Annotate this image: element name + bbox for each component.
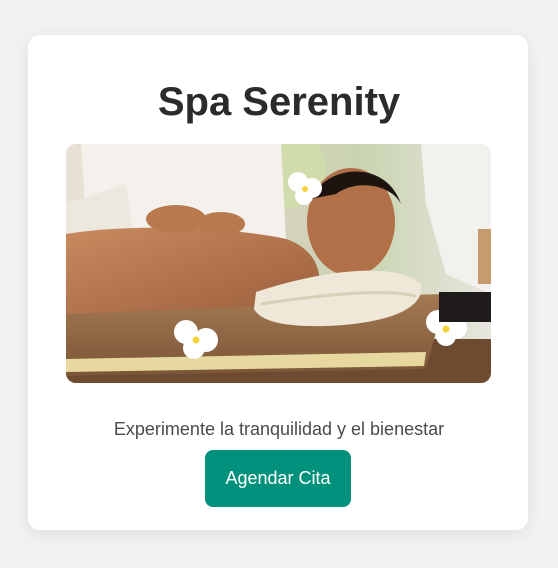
page-title: Spa Serenity bbox=[157, 80, 401, 124]
book-appointment-button[interactable]: Agendar Cita bbox=[205, 450, 351, 507]
spa-massage-image bbox=[66, 144, 491, 383]
tagline: Experimente la tranquilidad y el bienest… bbox=[113, 419, 445, 439]
